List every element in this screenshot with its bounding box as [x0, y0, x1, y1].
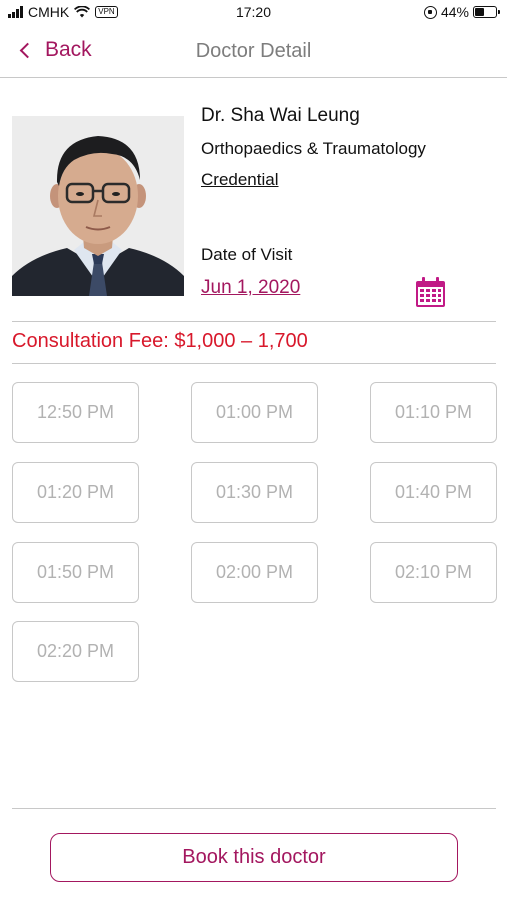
book-doctor-button[interactable]: Book this doctor [50, 833, 458, 882]
time-slot-button[interactable]: 01:00 PM [191, 382, 318, 443]
battery-level [475, 8, 484, 16]
battery-icon [473, 6, 500, 18]
date-of-visit-label: Date of Visit [201, 245, 293, 264]
doctor-name: Dr. Sha Wai Leung [201, 105, 360, 126]
divider [12, 808, 496, 809]
doctor-specialty: Orthopaedics & Traumatology [201, 139, 426, 158]
time-slot-button[interactable]: 01:10 PM [370, 382, 497, 443]
calendar-icon[interactable] [415, 277, 446, 308]
credential-link[interactable]: Credential [201, 170, 279, 190]
time-slot-button[interactable]: 01:30 PM [191, 462, 318, 523]
time-slot-button[interactable]: 01:50 PM [12, 542, 139, 603]
status-bar: CMHK VPN 17:20 44% [0, 0, 507, 26]
battery-percentage: 44% [440, 4, 469, 20]
time-slot-button[interactable]: 02:10 PM [370, 542, 497, 603]
page-title: Doctor Detail [195, 40, 312, 62]
orientation-lock-icon [423, 5, 437, 19]
time-slot-button[interactable]: 12:50 PM [12, 382, 139, 443]
time-slot-button[interactable]: 01:40 PM [370, 462, 497, 523]
time-slot-button[interactable]: 01:20 PM [12, 462, 139, 523]
consultation-fee: Consultation Fee: $1,000 – 1,700 [12, 330, 308, 352]
divider [12, 363, 496, 364]
status-right: 44% [423, 4, 500, 20]
visit-date-link[interactable]: Jun 1, 2020 [201, 277, 300, 299]
divider [12, 321, 496, 322]
time-slot-grid: 12:50 PM 01:00 PM 01:10 PM 01:20 PM 01:30 PM… [12, 382, 497, 682]
time-slot-button[interactable]: 02:00 PM [191, 542, 318, 603]
doctor-photo [12, 116, 184, 296]
doctor-portrait-image [12, 116, 184, 296]
navigation-bar: Back Doctor Detail [0, 26, 507, 78]
time-slot-button[interactable]: 02:20 PM [12, 621, 139, 682]
